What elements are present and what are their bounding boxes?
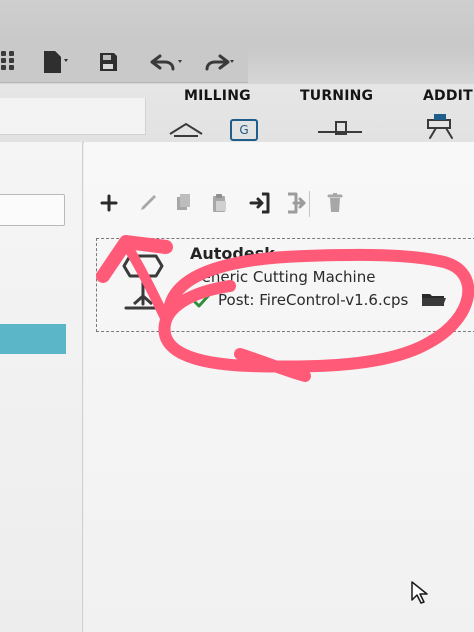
export-icon[interactable] bbox=[282, 188, 308, 218]
milling-tool-icon[interactable] bbox=[166, 114, 206, 142]
left-search-input[interactable] bbox=[0, 194, 65, 226]
copy-icon[interactable] bbox=[170, 188, 196, 218]
library-toolbar bbox=[96, 188, 346, 222]
redo-icon[interactable] bbox=[194, 48, 238, 76]
mouse-cursor-icon bbox=[410, 580, 428, 604]
trash-icon[interactable] bbox=[322, 188, 348, 218]
machine-library-screen: MILLING TURNING ADDITIV G bbox=[0, 0, 474, 632]
import-icon[interactable] bbox=[248, 188, 274, 218]
tab-milling[interactable]: MILLING bbox=[184, 88, 251, 104]
post-processor: Post: FireControl-v1.6.cps bbox=[218, 291, 409, 309]
toolbar-separator bbox=[309, 191, 310, 217]
undo-icon[interactable] bbox=[142, 48, 186, 76]
additive-tool-icon[interactable] bbox=[418, 114, 464, 142]
checkmark-icon bbox=[190, 289, 212, 311]
left-selected-item[interactable] bbox=[0, 324, 66, 354]
ribbon-left-area bbox=[0, 98, 146, 135]
pencil-icon[interactable] bbox=[134, 188, 160, 218]
folder-icon[interactable] bbox=[420, 290, 446, 308]
milling-selected-icon[interactable]: G bbox=[226, 114, 262, 142]
turning-tool-icon[interactable] bbox=[316, 114, 364, 142]
svg-text:G: G bbox=[239, 123, 248, 137]
machine-icon bbox=[108, 246, 178, 322]
document-icon[interactable] bbox=[40, 48, 72, 76]
tab-additive[interactable]: ADDITIV bbox=[423, 88, 474, 104]
grid-icon[interactable] bbox=[0, 48, 16, 72]
paste-icon[interactable] bbox=[206, 188, 232, 218]
tab-turning[interactable]: TURNING bbox=[300, 88, 373, 104]
machine-name: Generic Cutting Machine bbox=[190, 268, 376, 286]
plus-icon[interactable] bbox=[96, 188, 122, 218]
machine-vendor: Autodesk bbox=[190, 244, 275, 263]
save-icon[interactable] bbox=[96, 50, 120, 74]
